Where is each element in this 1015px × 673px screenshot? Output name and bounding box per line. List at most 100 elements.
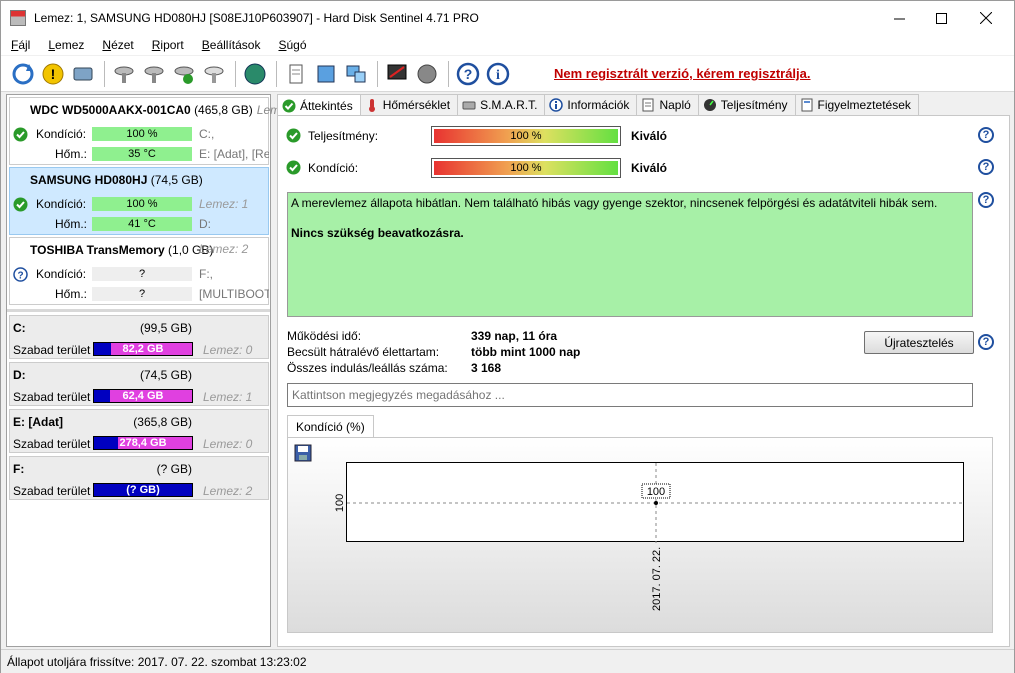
- partition-item-f[interactable]: F: (? GB) Szabad terület (? GB) Lemez: 2: [9, 456, 269, 500]
- free-space-bar: 62,4 GB: [93, 389, 193, 403]
- tab-overview[interactable]: Áttekintés: [277, 94, 361, 116]
- note-input[interactable]: [287, 383, 973, 407]
- app-window: Lemez: 1, SAMSUNG HD080HJ [S08EJ10P60390…: [0, 0, 1015, 673]
- window-title: Lemez: 1, SAMSUNG HD080HJ [S08EJ10P60390…: [34, 11, 479, 25]
- condition-label: Kondíció:: [308, 161, 359, 175]
- disk-drive-letters: D:: [199, 217, 211, 231]
- save-icon[interactable]: [294, 444, 312, 462]
- partition-letter: D:: [13, 368, 26, 382]
- info-icon: [549, 98, 564, 112]
- partition-size: (365,8 GB): [133, 415, 192, 429]
- partition-item-e[interactable]: E: [Adat] (365,8 GB) Szabad terület 278,…: [9, 409, 269, 453]
- maximize-button[interactable]: [918, 1, 964, 35]
- network-icon[interactable]: [342, 60, 370, 88]
- tab-information[interactable]: Információk: [544, 94, 638, 115]
- partition-item-c[interactable]: C: (99,5 GB) Szabad terület 82,2 GB Leme…: [9, 315, 269, 359]
- sync-icon[interactable]: [312, 60, 340, 88]
- chart-tab-condition[interactable]: Kondíció (%): [287, 415, 374, 437]
- disk-list-pane: WDC WD5000AAKX-001CA0 (465,8 GB) Lem Kond…: [6, 94, 280, 647]
- partition-size: (? GB): [156, 462, 192, 476]
- disk-tool-icon[interactable]: [200, 60, 228, 88]
- refresh-icon[interactable]: [9, 60, 37, 88]
- free-space-label: Szabad terület: [13, 343, 91, 357]
- menu-help[interactable]: Súgó: [268, 38, 314, 52]
- svg-text:!: !: [51, 66, 56, 82]
- action-message: Nincs szükség beavatkozásra.: [291, 226, 464, 240]
- monitor-icon[interactable]: [383, 60, 411, 88]
- menu-bar: Fájl Lemez Nézet Riport Beállítások Súgó: [1, 35, 1014, 55]
- disk-number: Lemez: 2: [199, 242, 249, 256]
- status-bar: Állapot utoljára frissítve: 2017. 07. 22…: [1, 649, 1014, 673]
- report-icon[interactable]: [282, 60, 310, 88]
- svg-text:i: i: [496, 68, 500, 83]
- document-icon: [801, 98, 812, 112]
- disk-item-2[interactable]: TOSHIBA TransMemory (1,0 GB) ? Kondíció:…: [9, 237, 269, 305]
- disk-check-icon[interactable]: [170, 60, 198, 88]
- disk-size: (465,8 GB): [194, 103, 253, 117]
- globe-icon[interactable]: [241, 60, 269, 88]
- help-icon[interactable]: ?: [454, 60, 482, 88]
- uptime-value: 339 nap, 11 óra: [471, 329, 558, 343]
- help-icon[interactable]: ?: [978, 192, 994, 208]
- disk-surface-icon[interactable]: [140, 60, 168, 88]
- free-space-label: Szabad terület: [13, 484, 91, 498]
- tab-smart[interactable]: S.M.A.R.T.: [457, 94, 546, 115]
- menu-disk[interactable]: Lemez: [38, 38, 92, 52]
- help-icon[interactable]: ?: [978, 127, 994, 143]
- uptime-label: Működési idő:: [287, 329, 362, 343]
- temperature-label: Hőm.:: [55, 217, 88, 231]
- check-ok-icon: [13, 197, 28, 212]
- partition-item-d[interactable]: D: (74,5 GB) Szabad terület 62,4 GB Leme…: [9, 362, 269, 406]
- speaker-icon[interactable]: [413, 60, 441, 88]
- disk-test-icon[interactable]: [110, 60, 138, 88]
- tab-temperature[interactable]: Hőmérséklet: [359, 94, 459, 115]
- disk-volumes: [MULTIBOOT: [199, 287, 269, 301]
- temperature-label: Hőm.:: [55, 147, 88, 161]
- check-ok-icon: [282, 99, 296, 112]
- alert-icon[interactable]: !: [39, 60, 67, 88]
- svg-text:?: ?: [17, 271, 23, 282]
- close-button[interactable]: [963, 1, 1009, 35]
- tab-warnings[interactable]: Figyelmeztetések: [794, 94, 919, 115]
- partition-size: (74,5 GB): [139, 368, 192, 382]
- disk-item-1[interactable]: SAMSUNG HD080HJ (74,5 GB) Kondíció: 100 …: [9, 167, 269, 235]
- chart-svg: 100 2017. 07. 22. 100: [334, 463, 965, 611]
- retest-button[interactable]: Újratesztelés: [864, 331, 974, 354]
- disk-item-0[interactable]: WDC WD5000AAKX-001CA0 (465,8 GB) Lem Kond…: [9, 97, 280, 165]
- chart-plot-area: 100 2017. 07. 22. 100: [334, 462, 965, 611]
- temperature-bar: 35 °C: [92, 147, 192, 161]
- condition-rating: Kiváló: [631, 161, 668, 175]
- svg-text:?: ?: [464, 66, 473, 82]
- menu-file[interactable]: Fájl: [1, 38, 38, 52]
- startstop-label: Összes indulás/leállás száma:: [287, 361, 448, 375]
- temperature-label: Hőm.:: [55, 287, 88, 301]
- minimize-button[interactable]: [876, 1, 922, 35]
- disk-name: SAMSUNG HD080HJ: [30, 173, 148, 187]
- free-space-bar: 82,2 GB: [93, 342, 193, 356]
- partition-letter: F:: [13, 462, 25, 476]
- performance-row: Teljesítmény: 100 % Kiváló: [286, 125, 986, 147]
- help-icon[interactable]: ?: [978, 334, 994, 350]
- menu-report[interactable]: Riport: [142, 38, 192, 52]
- chart-y-tick-label: 100: [334, 494, 346, 512]
- help-icon[interactable]: ?: [978, 159, 994, 175]
- check-ok-icon: [286, 128, 301, 143]
- tab-log[interactable]: Napló: [636, 94, 699, 115]
- tab-strip: Áttekintés Hőmérséklet S.M.A.R.T. Inform…: [277, 94, 1010, 116]
- condition-label: Kondíció:: [36, 267, 87, 281]
- menu-settings[interactable]: Beállítások: [192, 38, 269, 52]
- condition-bar: ?: [92, 267, 192, 281]
- register-link[interactable]: Nem regisztrált verzió, kérem regisztrál…: [554, 66, 811, 81]
- info-icon[interactable]: i: [484, 60, 512, 88]
- menu-view[interactable]: Nézet: [92, 38, 141, 52]
- disk-name: WDC WD5000AAKX-001CA0: [30, 103, 191, 117]
- performance-label: Teljesítmény:: [308, 129, 379, 143]
- temperature-bar: 41 °C: [92, 217, 192, 231]
- disk-drive-letters: C:,: [199, 127, 215, 141]
- temperature-bar: ?: [92, 287, 192, 301]
- disk-number: Lemez: 0: [203, 437, 253, 451]
- disk-icon[interactable]: [69, 60, 97, 88]
- performance-rating: Kiváló: [631, 129, 668, 143]
- tab-performance[interactable]: Teljesítmény: [697, 94, 796, 115]
- title-bar[interactable]: Lemez: 1, SAMSUNG HD080HJ [S08EJ10P60390…: [1, 1, 1014, 35]
